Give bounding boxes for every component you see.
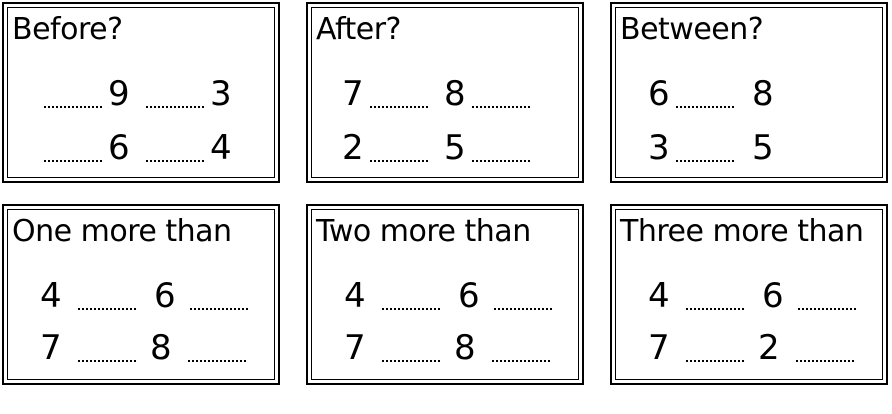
card-two-more-than: Two more than 4 6 7 8 [306,204,584,385]
exercise-row: 6 4 [4,128,278,172]
exercise-row: 7 2 [612,328,886,372]
number: 7 [648,328,670,368]
number: 4 [648,276,670,316]
card-between: Between? 6 8 3 5 [610,2,888,183]
exercise-row: 3 5 [612,128,886,172]
answer-blank[interactable] [146,106,204,108]
answer-blank[interactable] [686,360,744,362]
answer-blank[interactable] [472,160,530,162]
exercise-row: 4 6 [308,276,582,320]
answer-blank[interactable] [382,360,440,362]
card-title: Two more than [316,214,531,249]
answer-blank[interactable] [78,308,136,310]
answer-blank[interactable] [44,160,102,162]
number: 8 [150,328,172,368]
answer-blank[interactable] [78,360,136,362]
exercise-row: 4 6 [612,276,886,320]
number: 8 [444,74,466,114]
number: 3 [648,128,670,168]
answer-blank[interactable] [188,360,246,362]
number: 4 [344,276,366,316]
number: 6 [458,276,480,316]
number: 7 [342,74,364,114]
number: 7 [344,328,366,368]
exercise-row: 6 8 [612,74,886,118]
card-title: Three more than [620,214,864,249]
number: 5 [752,128,774,168]
number: 2 [758,328,780,368]
number: 7 [40,328,62,368]
number: 4 [210,128,232,168]
number: 5 [444,128,466,168]
answer-blank[interactable] [676,106,734,108]
answer-blank[interactable] [190,308,248,310]
number: 3 [210,74,232,114]
number: 6 [154,276,176,316]
answer-blank[interactable] [44,106,102,108]
exercise-row: 4 6 [4,276,278,320]
card-title: After? [316,12,401,47]
answer-blank[interactable] [676,160,734,162]
card-one-more-than: One more than 4 6 7 8 [2,204,280,385]
answer-blank[interactable] [370,106,428,108]
answer-blank[interactable] [370,160,428,162]
answer-blank[interactable] [798,308,856,310]
number: 6 [108,128,130,168]
number: 2 [342,128,364,168]
exercise-row: 7 8 [308,74,582,118]
exercise-row: 2 5 [308,128,582,172]
card-after: After? 7 8 2 5 [306,2,584,183]
number: 4 [40,276,62,316]
number: 6 [648,74,670,114]
card-title: Between? [620,12,764,47]
answer-blank[interactable] [686,308,744,310]
answer-blank[interactable] [492,360,550,362]
number: 9 [108,74,130,114]
number: 8 [752,74,774,114]
answer-blank[interactable] [472,106,530,108]
number: 8 [454,328,476,368]
card-before: Before? 9 3 6 4 [2,2,280,183]
number: 6 [762,276,784,316]
answer-blank[interactable] [494,308,552,310]
card-title: Before? [12,12,123,47]
card-three-more-than: Three more than 4 6 7 2 [610,204,888,385]
exercise-row: 7 8 [308,328,582,372]
answer-blank[interactable] [796,360,854,362]
answer-blank[interactable] [146,160,204,162]
answer-blank[interactable] [382,308,440,310]
exercise-row: 7 8 [4,328,278,372]
exercise-row: 9 3 [4,74,278,118]
card-title: One more than [12,214,232,249]
